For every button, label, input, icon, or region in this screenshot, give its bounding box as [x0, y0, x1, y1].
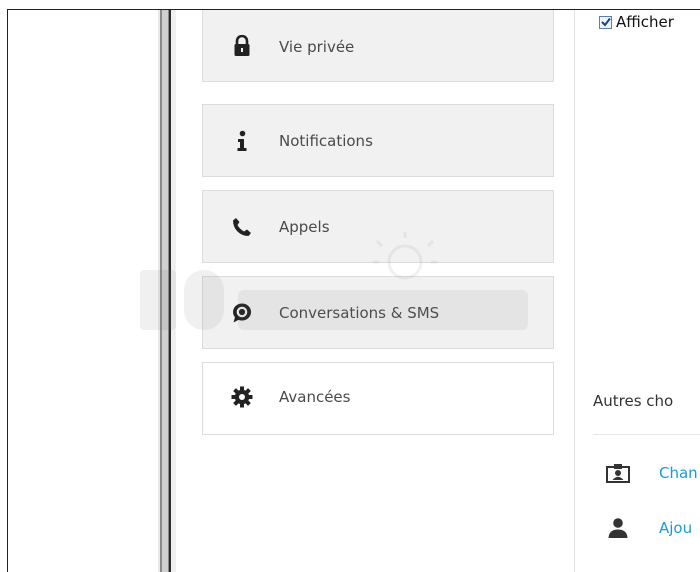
nav-item-label: Conversations & SMS [279, 303, 440, 322]
phone-icon [231, 216, 253, 238]
nav-item-avancees[interactable]: Avancées [202, 362, 554, 435]
link-chan[interactable]: Chan [659, 464, 698, 482]
nav-item-notifications[interactable]: Notifications [202, 104, 554, 177]
pane-splitter[interactable] [158, 10, 176, 572]
lock-icon [231, 34, 253, 57]
nav-item-label: Vie privée [279, 38, 355, 56]
gear-icon [231, 386, 253, 408]
other-choices-heading: Autres cho [593, 392, 674, 410]
info-icon [231, 130, 253, 152]
nav-item-appels[interactable]: Appels [202, 190, 554, 263]
nav-item-vie-privee[interactable]: Vie privée [202, 10, 554, 82]
chat-bubble-icon [231, 302, 253, 324]
nav-item-label: Appels [279, 217, 330, 236]
settings-nav: Vie privée Notifications Appels Conversa… [176, 10, 576, 572]
left-pane [8, 10, 158, 572]
nav-item-conversations[interactable]: Conversations & SMS [202, 276, 554, 349]
link-ajou[interactable]: Ajou [659, 519, 692, 537]
nav-item-label: Avancées [279, 388, 351, 406]
settings-content: Afficher Autres cho Chan Ajou [575, 10, 700, 572]
user-icon [605, 517, 631, 539]
link-row-ajou[interactable]: Ajou [605, 516, 692, 540]
link-row-chan[interactable]: Chan [605, 461, 698, 485]
afficher-checkbox-label: Afficher [616, 13, 674, 31]
afficher-checkbox-row[interactable]: Afficher [599, 12, 674, 32]
contact-card-icon [605, 462, 631, 484]
settings-window: Vie privée Notifications Appels Conversa… [7, 9, 700, 572]
section-divider [593, 434, 700, 435]
nav-item-label: Notifications [279, 131, 373, 150]
afficher-checkbox[interactable] [599, 15, 612, 29]
